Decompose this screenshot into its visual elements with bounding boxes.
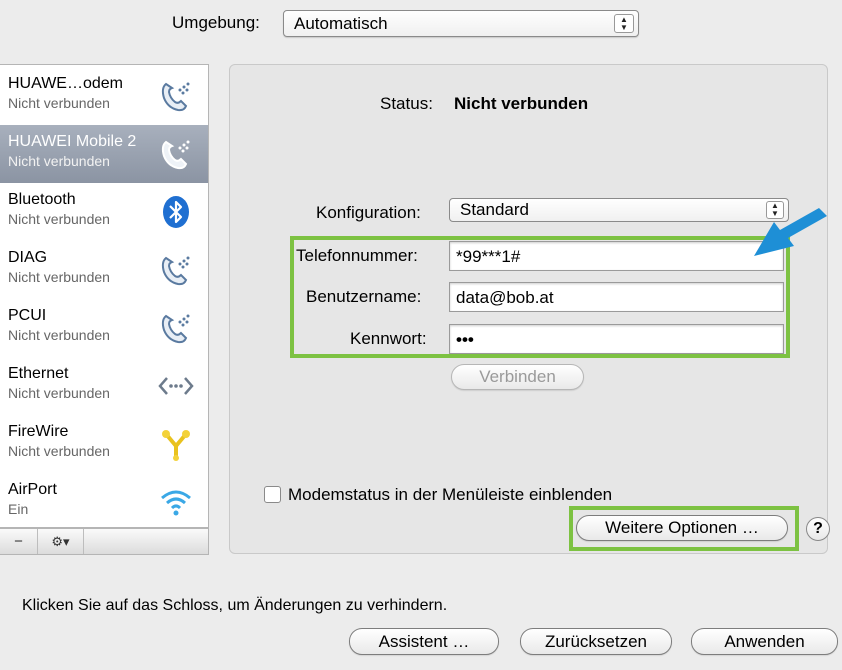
remove-service-button[interactable]: − <box>0 529 38 554</box>
service-status: Nicht verbunden <box>8 153 110 169</box>
service-item-bluetooth[interactable]: Bluetooth Nicht verbunden <box>0 183 208 241</box>
credentials-highlight-box <box>290 236 790 358</box>
configuration-value: Standard <box>460 200 529 219</box>
configuration-label: Konfiguration: <box>316 203 421 222</box>
ethernet-icon <box>158 377 194 395</box>
modem-status-checkbox-label: Modemstatus in der Menüleiste einblenden <box>288 485 613 504</box>
location-select[interactable]: Automatisch ▲ ▼ <box>283 10 639 37</box>
modem-status-checkbox[interactable] <box>264 486 281 503</box>
service-name: Bluetooth <box>8 191 76 208</box>
location-value: Automatisch <box>294 14 388 33</box>
service-item-diag[interactable]: DIAG Nicht verbunden <box>0 241 208 299</box>
configuration-select[interactable]: Standard ▲ ▼ <box>449 198 789 222</box>
lock-hint-text: Klicken Sie auf das Schloss, um Änderung… <box>22 597 448 614</box>
service-name: HUAWE…odem <box>8 75 123 92</box>
service-status: Nicht verbunden <box>8 385 110 401</box>
revert-button[interactable]: Zurücksetzen <box>520 628 672 655</box>
service-name: DIAG <box>8 249 48 266</box>
service-name: AirPort <box>8 481 57 498</box>
bluetooth-icon <box>163 196 189 228</box>
status-value: Nicht verbunden <box>454 94 589 113</box>
service-name: FireWire <box>8 423 69 440</box>
airport-wifi-icon <box>161 490 191 516</box>
service-list-toolbar: − ⚙▾ <box>0 528 209 555</box>
service-status: Nicht verbunden <box>8 327 110 343</box>
service-item-airport[interactable]: AirPort Ein <box>0 473 208 531</box>
arrow-annotation-icon <box>754 208 827 256</box>
service-item-huawei-mobile-2[interactable]: HUAWEI Mobile 2 Nicht verbunden <box>0 125 208 183</box>
service-status: Ein <box>8 501 29 517</box>
service-list[interactable]: HUAWE…odem Nicht verbunden HUAWEI Mobile… <box>0 64 209 528</box>
connect-button[interactable]: Verbinden <box>451 364 584 390</box>
service-item-ethernet[interactable]: Ethernet Nicht verbunden <box>0 357 208 415</box>
service-name: HUAWEI Mobile 2 <box>8 133 137 150</box>
more-options-highlight-box <box>569 506 799 551</box>
service-status: Nicht verbunden <box>8 269 110 285</box>
service-status: Nicht verbunden <box>8 95 110 111</box>
service-item-pcui[interactable]: PCUI Nicht verbunden <box>0 299 208 357</box>
service-name: Ethernet <box>8 365 69 382</box>
location-label: Umgebung: <box>172 13 260 32</box>
phone-modem-icon <box>161 314 190 344</box>
location-stepper-icon: ▲ ▼ <box>614 14 634 33</box>
phone-modem-icon <box>161 140 190 170</box>
service-name: PCUI <box>8 307 47 324</box>
apply-button[interactable]: Anwenden <box>691 628 838 655</box>
phone-modem-icon <box>161 256 190 286</box>
phone-modem-icon <box>161 82 190 112</box>
help-button[interactable]: ? <box>806 517 830 541</box>
gear-menu-button[interactable]: ⚙▾ <box>38 529 84 554</box>
service-details-panel: Status: Nicht verbunden Konfiguration: S… <box>229 64 830 554</box>
service-status: Nicht verbunden <box>8 443 110 459</box>
assistant-button[interactable]: Assistent … <box>349 628 499 655</box>
service-status: Nicht verbunden <box>8 211 110 227</box>
service-item-firewire[interactable]: FireWire Nicht verbunden <box>0 415 208 473</box>
service-item-huawei-modem[interactable]: HUAWE…odem Nicht verbunden <box>0 67 208 125</box>
status-label: Status: <box>380 94 433 113</box>
firewire-icon <box>162 430 190 461</box>
